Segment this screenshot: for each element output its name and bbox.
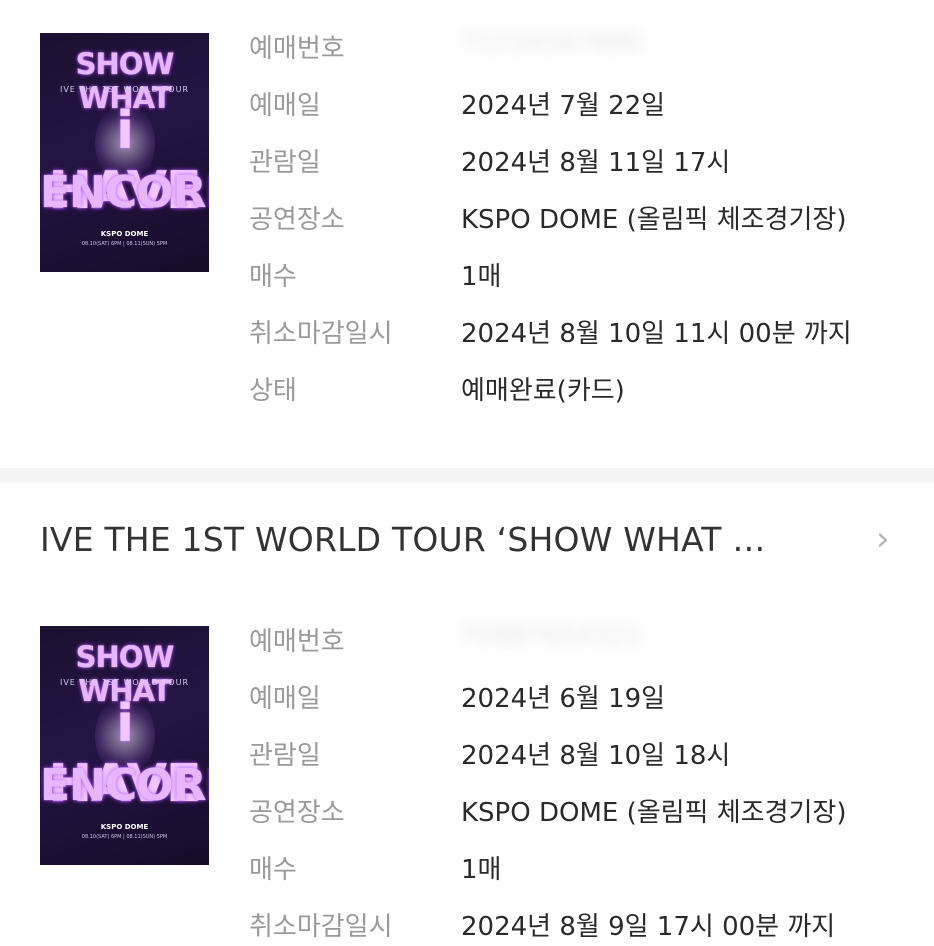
field-label: 취소마감일시 bbox=[249, 912, 393, 942]
field-value: T0987654321 bbox=[461, 621, 643, 651]
field-value: 2024년 8월 9일 17시 00분 까지 bbox=[461, 912, 836, 942]
booking-title-row[interactable]: IVE THE 1ST WORLD TOUR ‘SHOW WHAT … › bbox=[0, 515, 934, 575]
field-value: 2024년 8월 10일 18시 bbox=[461, 741, 731, 771]
field-status: 상태 예매완료(카드) bbox=[0, 370, 934, 410]
field-value: 2024년 8월 11일 17시 bbox=[461, 148, 731, 178]
booking-title[interactable]: IVE THE 1ST WORLD TOUR ‘SHOW WHAT … bbox=[40, 520, 840, 559]
field-label: 매수 bbox=[249, 855, 297, 885]
field-cancel-deadline: 취소마감일시 2024년 8월 9일 17시 00분 까지 bbox=[0, 906, 934, 946]
field-value: 1매 bbox=[461, 262, 502, 292]
field-booking-date: 예매일 2024년 6월 19일 bbox=[0, 678, 934, 718]
poster-dates: 08.10(SAT) 6PM | 08.11(SUN) 5PM bbox=[81, 834, 168, 840]
field-label: 예매번호 bbox=[249, 627, 345, 657]
poster-dates: 08.10(SAT) 6PM | 08.11(SUN) 5PM bbox=[81, 241, 168, 247]
field-label: 예매일 bbox=[249, 684, 321, 714]
field-label: 예매번호 bbox=[249, 34, 345, 64]
field-value: 2024년 6월 19일 bbox=[461, 684, 666, 714]
field-value: KSPO DOME (올림픽 체조경기장) bbox=[461, 798, 847, 828]
field-view-date: 관람일 2024년 8월 10일 18시 bbox=[0, 735, 934, 775]
field-value: 2024년 7월 22일 bbox=[461, 91, 666, 121]
chevron-right-icon[interactable]: › bbox=[876, 519, 890, 559]
field-label: 관람일 bbox=[249, 741, 321, 771]
field-value: 1매 bbox=[461, 855, 502, 885]
field-label: 취소마감일시 bbox=[249, 319, 393, 349]
field-booking-date: 예매일 2024년 7월 22일 bbox=[0, 85, 934, 125]
field-quantity: 매수 1매 bbox=[0, 849, 934, 889]
field-value: 예매완료(카드) bbox=[461, 376, 625, 406]
field-view-date: 관람일 2024년 8월 11일 17시 bbox=[0, 142, 934, 182]
field-value: 2024년 8월 10일 11시 00분 까지 bbox=[461, 319, 852, 349]
field-label: 관람일 bbox=[249, 148, 321, 178]
field-label: 공연장소 bbox=[249, 205, 345, 235]
field-value: T1234567890 bbox=[461, 28, 643, 58]
field-value: KSPO DOME (올림픽 체조경기장) bbox=[461, 205, 847, 235]
field-booking-number: 예매번호 T1234567890 bbox=[0, 28, 934, 68]
field-booking-number: 예매번호 T0987654321 bbox=[0, 621, 934, 661]
field-cancel-deadline: 취소마감일시 2024년 8월 10일 11시 00분 까지 bbox=[0, 313, 934, 353]
field-label: 상태 bbox=[249, 376, 297, 406]
field-venue: 공연장소 KSPO DOME (올림픽 체조경기장) bbox=[0, 199, 934, 239]
field-label: 매수 bbox=[249, 262, 297, 292]
field-label: 예매일 bbox=[249, 91, 321, 121]
section-divider bbox=[0, 468, 934, 482]
field-venue: 공연장소 KSPO DOME (올림픽 체조경기장) bbox=[0, 792, 934, 832]
field-label: 공연장소 bbox=[249, 798, 345, 828]
field-quantity: 매수 1매 bbox=[0, 256, 934, 296]
